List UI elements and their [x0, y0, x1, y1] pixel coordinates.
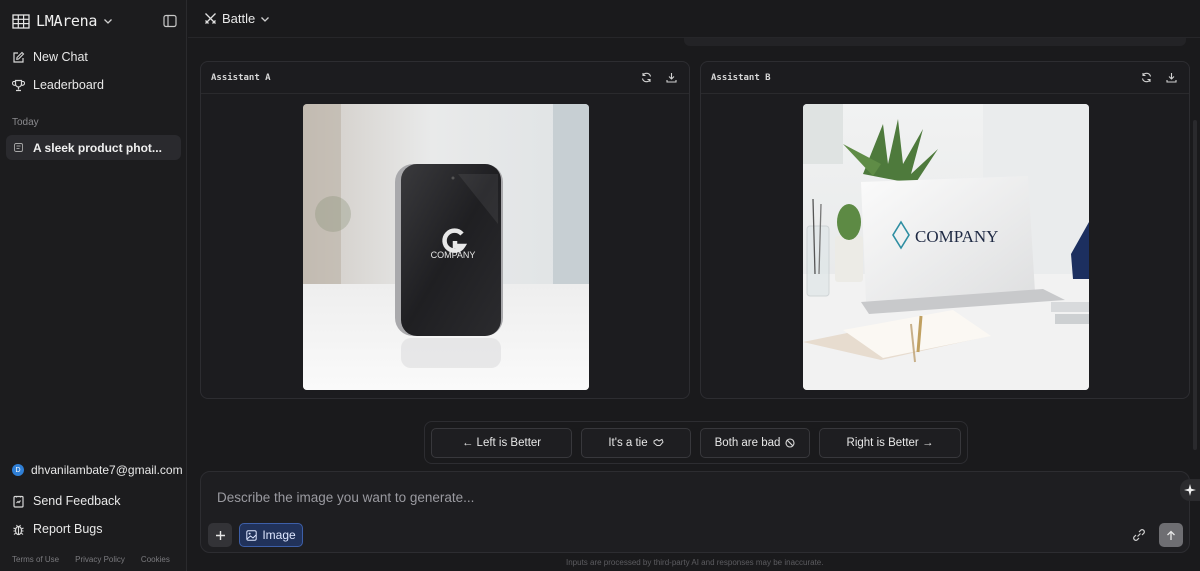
- sidebar-toggle-icon[interactable]: [163, 14, 177, 28]
- assistant-a-panel: Assistant A COMPANY: [200, 61, 690, 399]
- new-chat-label: New Chat: [33, 50, 88, 64]
- privacy-link[interactable]: Privacy Policy: [75, 555, 125, 564]
- sparkle-icon: [1184, 484, 1196, 496]
- link-icon[interactable]: [1131, 527, 1147, 543]
- download-icon[interactable]: [1166, 72, 1177, 83]
- ban-icon: [785, 438, 795, 448]
- both-are-bad-label: Both are bad: [714, 437, 781, 449]
- leaderboard-link[interactable]: Leaderboard: [12, 78, 104, 92]
- right-is-better-label: Right is Better →: [846, 437, 934, 449]
- user-email: dhvanilambate7@gmail.com: [31, 463, 183, 477]
- report-bugs-label: Report Bugs: [33, 522, 103, 536]
- swords-icon: [205, 13, 216, 24]
- sidebar: LMArena New Chat Leaderboard Today A sle…: [0, 0, 187, 571]
- laptop-logo-text: COMPANY: [915, 227, 998, 246]
- sparkle-button[interactable]: [1180, 479, 1200, 501]
- avatar: D: [12, 464, 24, 476]
- mode-selector[interactable]: Battle: [204, 11, 270, 26]
- panel-title: Assistant B: [711, 73, 771, 83]
- tie-button[interactable]: It's a tie: [581, 428, 691, 458]
- vote-bar: ← Left is Better It's a tie Both are bad…: [424, 421, 968, 464]
- history-item[interactable]: A sleek product phot...: [6, 135, 181, 160]
- panel-header: Assistant A: [201, 62, 689, 94]
- device-logo-text: COMPANY: [431, 250, 476, 260]
- handshake-icon: [653, 438, 664, 446]
- leaderboard-label: Leaderboard: [33, 78, 104, 92]
- arrow-up-icon: [1167, 530, 1175, 540]
- prompt-composer: Describe the image you want to generate.…: [200, 471, 1190, 553]
- generated-image-b[interactable]: COMPANY: [803, 104, 1089, 390]
- topbar: Battle: [188, 0, 1200, 38]
- tie-label: It's a tie: [608, 437, 648, 449]
- section-label-today: Today: [12, 117, 39, 128]
- panel-header: Assistant B: [701, 62, 1189, 94]
- image-icon: [246, 529, 258, 541]
- image-mode-toggle[interactable]: Image: [239, 523, 303, 547]
- right-is-better-button[interactable]: Right is Better →: [819, 428, 961, 458]
- disclaimer: Inputs are processed by third-party AI a…: [566, 558, 824, 567]
- terms-link[interactable]: Terms of Use: [12, 555, 59, 564]
- image-chat-icon: [14, 143, 23, 152]
- new-chat-button[interactable]: New Chat: [12, 50, 88, 64]
- mode-label: Battle: [222, 11, 256, 26]
- feedback-icon: [13, 495, 24, 508]
- report-bugs-button[interactable]: Report Bugs: [12, 522, 102, 536]
- trophy-icon: [12, 79, 25, 91]
- chevron-down-icon: [261, 16, 270, 22]
- send-feedback-label: Send Feedback: [33, 494, 121, 508]
- image-mode-label: Image: [262, 528, 296, 542]
- grid-logo-icon: [12, 13, 30, 29]
- prompt-input[interactable]: Describe the image you want to generate.…: [217, 490, 474, 505]
- scrollbar[interactable]: [1193, 120, 1197, 450]
- both-are-bad-button[interactable]: Both are bad: [700, 428, 810, 458]
- bug-icon: [13, 524, 24, 535]
- download-icon[interactable]: [666, 72, 677, 83]
- previous-message-edge: [684, 38, 1186, 46]
- cookies-link[interactable]: Cookies: [141, 555, 170, 564]
- chevron-down-icon: [104, 19, 113, 24]
- user-account[interactable]: D dhvanilambate7@gmail.com: [12, 463, 183, 477]
- footer-links: Terms of Use Privacy Policy Cookies: [12, 555, 170, 564]
- edit-icon: [13, 51, 25, 63]
- send-feedback-button[interactable]: Send Feedback: [12, 494, 121, 508]
- generated-image-a[interactable]: COMPANY: [303, 104, 589, 390]
- regenerate-icon[interactable]: [641, 72, 652, 83]
- send-button[interactable]: [1159, 523, 1183, 547]
- left-is-better-button[interactable]: ← Left is Better: [431, 428, 572, 458]
- regenerate-icon[interactable]: [1141, 72, 1152, 83]
- panel-title: Assistant A: [211, 73, 271, 83]
- add-attachment-button[interactable]: [208, 523, 232, 547]
- assistant-b-panel: Assistant B COMPANY: [700, 61, 1190, 399]
- history-item-label: A sleek product phot...: [33, 140, 162, 155]
- left-is-better-label: ← Left is Better: [461, 437, 542, 449]
- brand-name: LMArena: [36, 12, 98, 30]
- brand-menu[interactable]: LMArena: [12, 12, 113, 30]
- plus-icon: [215, 530, 225, 540]
